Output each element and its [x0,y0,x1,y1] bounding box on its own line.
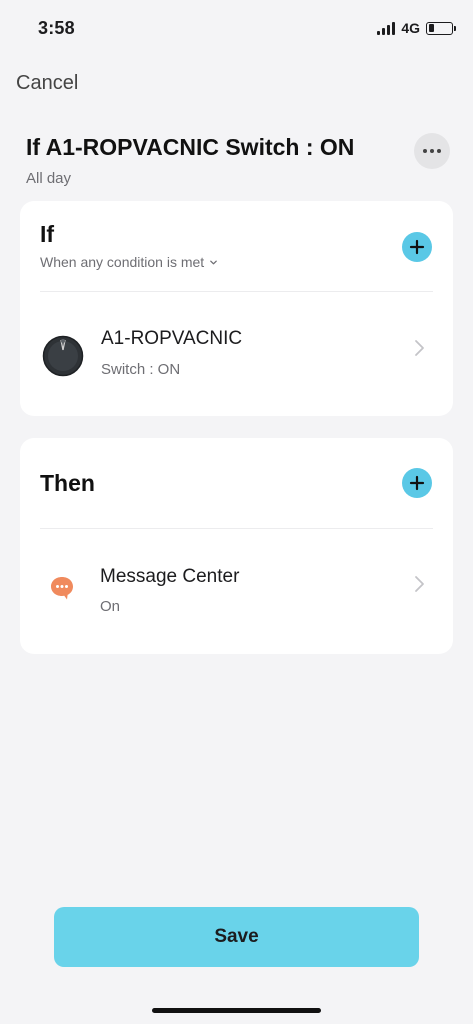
plus-icon [409,239,425,255]
add-action-button[interactable] [402,468,432,498]
action-state: On [100,598,121,615]
condition-device-name: A1-ROPVACNIC [101,328,243,349]
condition-state: Switch : ON [101,361,181,378]
status-indicators: 4G [377,20,456,36]
chevron-right-icon [415,576,424,592]
divider [40,528,433,529]
page-title: If A1-ROPVACNIC Switch : ON [26,134,355,160]
divider [40,291,433,292]
add-condition-button[interactable] [402,232,432,262]
save-button[interactable]: Save [54,907,419,967]
status-time: 3:58 [38,18,75,38]
if-card: If When any condition is met A1-ROPVACNI… [20,201,453,416]
ellipsis-icon [423,149,427,153]
schedule-subtitle[interactable]: All day [26,170,71,187]
if-title: If [40,221,55,247]
battery-icon [426,21,456,35]
action-name: Message Center [100,566,240,587]
action-row[interactable]: Message Center On [20,543,453,633]
then-card: Then Message Center On [20,438,453,654]
battery-level [428,24,434,32]
status-bar: 3:58 4G [0,0,473,56]
condition-row[interactable]: A1-ROPVACNIC Switch : ON [20,313,453,403]
home-indicator [152,1008,321,1013]
robot-vacuum-icon [42,335,84,377]
more-options-button[interactable] [414,133,450,169]
condition-mode-dropdown[interactable]: When any condition is met [40,254,218,270]
cancel-button[interactable]: Cancel [16,72,78,95]
then-title: Then [40,470,95,496]
chevron-right-icon [415,340,424,356]
network-type: 4G [401,20,420,36]
chevron-down-icon [210,260,218,264]
condition-mode-label: When any condition is met [40,254,205,270]
signal-icon [377,21,396,35]
plus-icon [409,475,425,491]
message-bubble-icon [51,577,73,600]
